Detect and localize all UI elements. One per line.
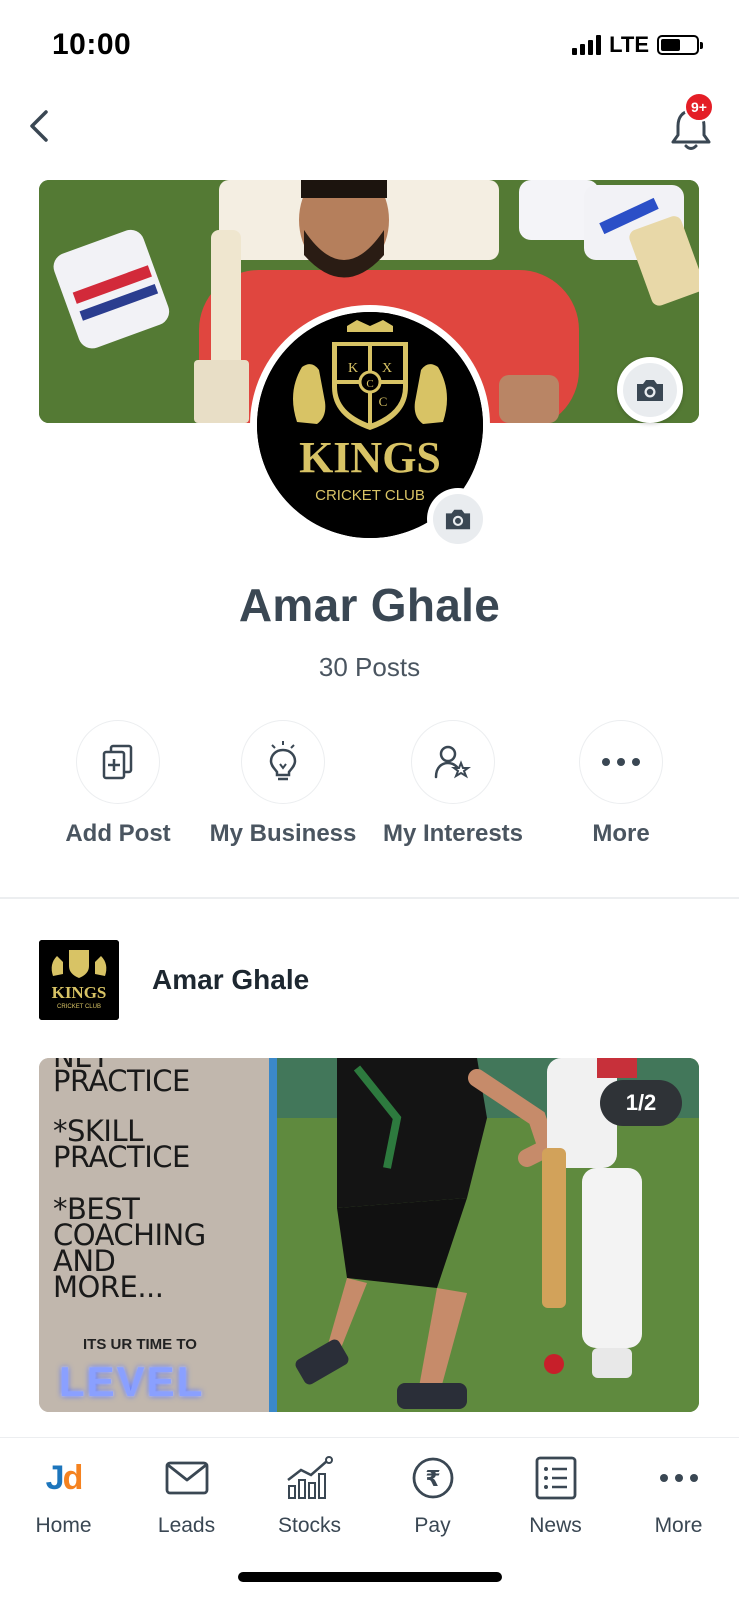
tab-stocks-label: Stocks (277, 1514, 342, 1537)
svg-text:CRICKET CLUB: CRICKET CLUB (57, 1004, 101, 1010)
post-text-line: MORE... (53, 1270, 164, 1304)
edit-cover-button[interactable] (617, 357, 683, 423)
envelope-icon (165, 1461, 208, 1495)
interests-icon (434, 745, 471, 779)
svg-text:KINGS: KINGS (299, 433, 441, 482)
back-button[interactable] (24, 104, 60, 148)
tab-pay[interactable]: ₹ Pay (371, 1454, 494, 1538)
post-header[interactable]: KINGS CRICKET CLUB Amar Ghale (39, 940, 309, 1020)
tab-home-label: Home (35, 1514, 92, 1537)
post-author-name[interactable]: Amar Ghale (152, 964, 309, 996)
add-post-button[interactable]: Add Post (33, 720, 203, 848)
signal-icon (572, 35, 602, 55)
more-dots-icon (659, 1474, 698, 1482)
tab-news[interactable]: News (494, 1454, 617, 1538)
svg-text:X: X (382, 361, 392, 376)
post-level-text: LEVEL (59, 1358, 205, 1405)
my-business-label: My Business (209, 820, 357, 847)
status-bar: 10:00 LTE (0, 0, 739, 90)
post-text-line: PRACTICE (53, 1140, 190, 1174)
section-divider (0, 897, 739, 899)
lightbulb-icon (269, 741, 297, 781)
post-small-text: ITS UR TIME TO (83, 1336, 197, 1353)
status-indicators: LTE (572, 32, 703, 58)
camera-icon (637, 380, 663, 401)
tab-more[interactable]: More (617, 1454, 739, 1538)
post-media[interactable]: NET PRACTICE *SKILL PRACTICE *BEST COACH… (39, 1058, 699, 1412)
svg-text:₹: ₹ (425, 1467, 440, 1492)
tab-leads-label: Leads (157, 1514, 216, 1537)
svg-text:KINGS: KINGS (52, 983, 107, 1002)
more-dots-icon (602, 758, 640, 766)
profile-name: Amar Ghale (238, 579, 501, 631)
status-time: 10:00 (52, 28, 132, 61)
chevron-left-icon (30, 110, 48, 142)
profile-actions: Add Post My Business My Interests More (0, 720, 739, 850)
jd-logo-icon: Jd (45, 1458, 84, 1497)
svg-text:CRICKET CLUB: CRICKET CLUB (315, 487, 425, 504)
my-interests-button[interactable]: My Interests (368, 720, 538, 848)
post-divider-bar (269, 1058, 277, 1412)
rupee-icon: ₹ (412, 1457, 453, 1499)
post-author-avatar[interactable]: KINGS CRICKET CLUB (39, 940, 119, 1020)
post-text-line: PRACTICE (53, 1064, 190, 1098)
posts-count[interactable]: 30 Posts (0, 652, 739, 683)
svg-text:C: C (379, 394, 388, 409)
tab-home[interactable]: Jd Home (2, 1454, 125, 1538)
media-counter: 1/2 (600, 1080, 682, 1126)
home-indicator (238, 1572, 502, 1582)
battery-icon (657, 35, 703, 55)
more-actions-button[interactable]: More (536, 720, 706, 848)
tab-more-label: More (654, 1514, 703, 1537)
tab-news-label: News (529, 1514, 582, 1537)
stocks-chart-icon (286, 1456, 333, 1499)
network-type: LTE (609, 32, 649, 57)
add-post-label: Add Post (65, 820, 171, 847)
notification-badge: 9+ (684, 92, 714, 122)
tab-stocks[interactable]: Stocks (248, 1454, 371, 1538)
news-list-icon (535, 1456, 576, 1500)
more-actions-label: More (592, 820, 650, 847)
svg-text:C: C (366, 378, 373, 390)
tab-leads[interactable]: Leads (125, 1454, 248, 1538)
post-text-panel: NET PRACTICE *SKILL PRACTICE *BEST COACH… (39, 1058, 269, 1412)
my-interests-label: My Interests (382, 820, 524, 847)
edit-avatar-button[interactable] (427, 488, 489, 550)
svg-text:K: K (348, 361, 358, 376)
kings-logo-thumb: KINGS CRICKET CLUB (39, 940, 119, 1020)
camera-icon (445, 509, 471, 530)
my-business-button[interactable]: My Business (198, 720, 368, 848)
add-post-icon (102, 744, 133, 780)
tab-pay-label: Pay (414, 1514, 451, 1537)
